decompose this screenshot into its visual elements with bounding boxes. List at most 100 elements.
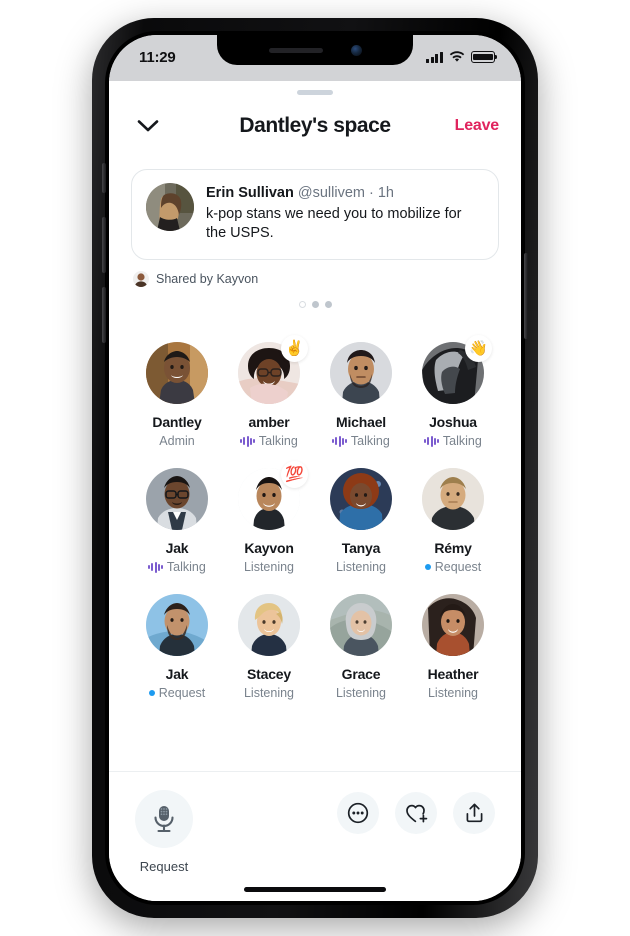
avatar-wrap (330, 342, 392, 404)
tweet-body: Erin Sullivan @sullivem · 1h k-pop stans… (206, 183, 484, 244)
participant-name: Jak (165, 666, 189, 682)
participant-status: Talking (240, 434, 298, 448)
space-header: Dantley's space Leave (109, 95, 521, 159)
participant-status-label: Talking (350, 434, 390, 448)
participant-name: Rémy (434, 540, 472, 556)
avatar-wrap (330, 468, 392, 530)
emoji-reaction-badge: 👋 (465, 335, 492, 362)
participant-status-label: Listening (335, 560, 387, 574)
participant-status: Listening (244, 560, 294, 574)
device-notch (217, 35, 413, 65)
participant-kayvon-5[interactable]: 💯 Kayvon Listening (223, 461, 315, 574)
volume-down-button[interactable] (102, 287, 106, 343)
participant-jak-4[interactable]: Jak Talking (131, 468, 223, 574)
participant-name: Michael (336, 414, 386, 430)
space-content: Erin Sullivan @sullivem · 1h k-pop stans… (109, 159, 521, 771)
shared-tweet-card[interactable]: Erin Sullivan @sullivem · 1h k-pop stans… (131, 169, 499, 260)
avatar (146, 594, 208, 656)
space-sheet: Dantley's space Leave Erin Sullivan @sul… (109, 81, 521, 901)
microphone-button[interactable] (135, 790, 193, 848)
shared-by-avatar (133, 271, 149, 287)
share-button[interactable] (453, 792, 495, 834)
collapse-button[interactable] (131, 109, 165, 143)
participant-name: Tanya (341, 540, 381, 556)
battery-full-icon (471, 51, 498, 63)
more-circle-icon (347, 802, 369, 824)
participant-stacey-9[interactable]: Stacey Listening (223, 594, 315, 700)
toolbar-actions (337, 792, 495, 834)
add-reaction-button[interactable] (395, 792, 437, 834)
participant-status: Talking (148, 560, 206, 574)
status-icons (426, 51, 498, 63)
participant-status: Listening (428, 686, 478, 700)
phone-device-frame: 11:29 Dantley's space Leave Erin Sulliva… (92, 18, 538, 918)
participant-amber-1[interactable]: ✌️ amber Talking (223, 335, 315, 448)
participant-status-label: Listening (427, 686, 479, 700)
participant-grace-10[interactable]: Grace Listening (315, 594, 407, 700)
device-bezel: 11:29 Dantley's space Leave Erin Sulliva… (102, 31, 528, 905)
avatar-wrap: 👋 (422, 335, 492, 404)
bottom-toolbar: Request (109, 771, 521, 901)
participant-michael-2[interactable]: Michael Talking (315, 342, 407, 448)
audio-wave-icon (424, 435, 440, 447)
mute-switch-button[interactable] (102, 163, 106, 193)
avatar-wrap (146, 468, 208, 530)
sheet-grabber-wrap (109, 81, 521, 95)
audio-wave-icon (240, 435, 256, 447)
participant-status-label: Talking (166, 560, 206, 574)
page-dot-3[interactable] (324, 301, 332, 308)
participant-tanya-6[interactable]: Tanya Listening (315, 468, 407, 574)
tweet-author-handle: @sullivem (297, 185, 365, 201)
participant-name: Heather (427, 666, 479, 682)
participant-status-label: Admin (159, 434, 195, 448)
avatar-wrap: ✌️ (238, 335, 308, 404)
tweet-author-avatar (146, 183, 194, 231)
participant-status: Listening (244, 686, 294, 700)
participant-rmy-7[interactable]: Rémy Request (407, 468, 499, 574)
volume-up-button[interactable] (102, 217, 106, 273)
heart-plus-icon (405, 804, 427, 822)
avatar-wrap (146, 342, 208, 404)
participant-status: Admin (159, 434, 194, 448)
tweet-author-name: Erin Sullivan (206, 185, 294, 201)
avatar-wrap (422, 468, 484, 530)
avatar (330, 594, 392, 656)
participant-jak-8[interactable]: Jak Request (131, 594, 223, 700)
participant-status-label: Talking (258, 434, 298, 448)
power-button[interactable] (524, 253, 528, 339)
participant-status-label: Listening (335, 686, 387, 700)
participant-heather-11[interactable]: Heather Listening (407, 594, 499, 700)
page-dots[interactable] (131, 301, 499, 308)
front-camera-icon (350, 44, 362, 56)
participant-joshua-3[interactable]: 👋 Joshua Talking (407, 335, 499, 448)
request-dot-icon (424, 563, 432, 571)
earpiece-speaker (268, 47, 323, 53)
page-dot-2[interactable] (311, 301, 319, 308)
avatar (330, 342, 392, 404)
leave-button[interactable]: Leave (455, 117, 500, 135)
participant-status: Listening (336, 560, 386, 574)
shared-by-row: Shared by Kayvon (131, 271, 499, 287)
avatar-wrap (422, 594, 484, 656)
cellular-bars-icon (426, 51, 443, 63)
avatar (238, 594, 300, 656)
microphone-icon (154, 806, 174, 833)
participant-name: amber (248, 414, 290, 430)
participant-status: Request (148, 686, 205, 700)
participant-status: Talking (424, 434, 482, 448)
avatar (146, 342, 208, 404)
share-icon (466, 803, 482, 823)
participant-dantley-0[interactable]: Dantley Admin (131, 342, 223, 448)
page-dot-1[interactable] (298, 301, 306, 308)
shared-by-label: Shared by Kayvon (156, 272, 259, 286)
tweet-text: k-pop stans we need you to mobilize for … (206, 205, 462, 242)
participant-name: Jak (165, 540, 189, 556)
avatar (422, 594, 484, 656)
participant-status-label: Talking (442, 434, 482, 448)
avatar-wrap (238, 594, 300, 656)
participant-status: Listening (336, 686, 386, 700)
request-mic-control[interactable]: Request (135, 790, 193, 874)
participant-name: Joshua (429, 414, 477, 430)
more-button[interactable] (337, 792, 379, 834)
home-indicator[interactable] (244, 887, 386, 892)
